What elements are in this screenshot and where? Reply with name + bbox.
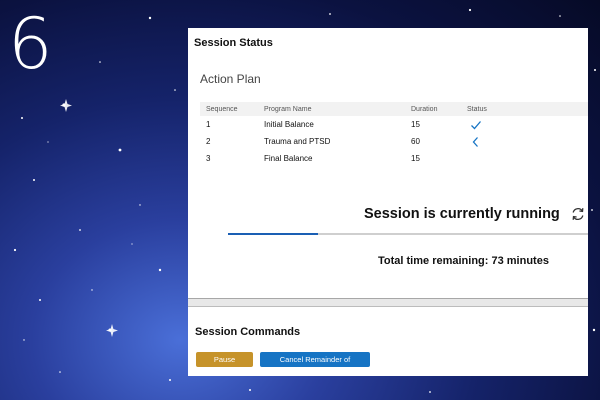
chevron-left-icon: [472, 136, 478, 147]
sequence-cell: 2: [206, 137, 211, 146]
table-row[interactable]: 2 Trauma and PTSD 60: [200, 133, 588, 150]
duration-cell: 15: [411, 120, 420, 129]
cancel-remainder-button[interactable]: Cancel Remainder of Session: [260, 352, 370, 376]
step-number: 6: [8, 3, 53, 85]
action-plan-heading: Action Plan: [200, 72, 261, 86]
table-row[interactable]: 3 Final Balance 15: [200, 150, 588, 167]
session-running-text: Session is currently running: [364, 206, 560, 222]
session-progress-fill: [228, 233, 318, 235]
sequence-cell: 1: [206, 120, 211, 129]
sequence-cell: 3: [206, 154, 211, 163]
session-running-status: Session is currently running: [364, 206, 586, 222]
pause-session-button[interactable]: Pause Session: [196, 352, 253, 376]
check-icon: [471, 120, 481, 129]
table-row[interactable]: 1 Initial Balance 15: [200, 116, 588, 133]
program-name-cell: Initial Balance: [264, 120, 314, 129]
action-plan-table: Sequence Program Name Duration Status 1 …: [200, 102, 588, 167]
status-cell: [461, 150, 588, 167]
session-status-window: Session Status Action Plan Sequence Prog…: [188, 28, 588, 376]
column-header-program-name: Program Name: [264, 106, 312, 113]
session-commands-heading: Session Commands: [195, 326, 301, 338]
duration-cell: 60: [411, 137, 420, 146]
program-name-cell: Trauma and PTSD: [264, 137, 331, 146]
column-header-duration: Duration: [411, 106, 438, 113]
section-divider: [188, 298, 588, 307]
program-name-cell: Final Balance: [264, 154, 313, 163]
column-header-status: Status: [467, 106, 487, 113]
window-title: Session Status: [194, 37, 273, 49]
table-header-row: Sequence Program Name Duration Status: [200, 102, 588, 116]
duration-cell: 15: [411, 154, 420, 163]
status-cell: [461, 133, 588, 150]
column-header-sequence: Sequence: [206, 106, 238, 113]
session-progress-bar: [228, 233, 588, 235]
status-cell: [461, 116, 588, 133]
refresh-icon[interactable]: [570, 206, 586, 222]
time-remaining-text: Total time remaining: 73 minutes: [378, 255, 549, 267]
